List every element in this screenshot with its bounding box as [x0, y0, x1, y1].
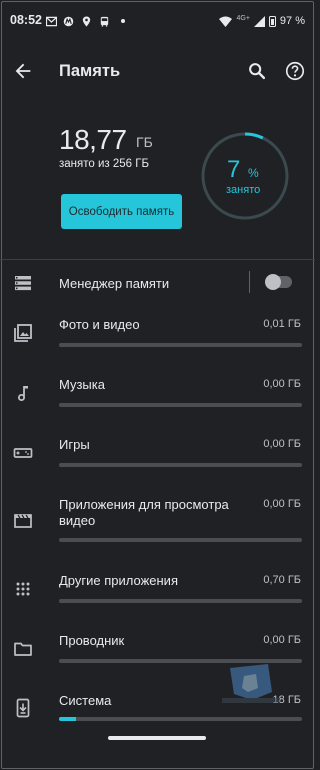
gesture-nav-handle[interactable] — [108, 736, 206, 740]
help-icon[interactable] — [284, 60, 306, 82]
folder-icon — [14, 642, 32, 656]
category-label: Приложения для просмотра видео — [59, 497, 229, 528]
category-usage-bar — [59, 463, 302, 467]
category-size: 0,00 ГБ — [263, 498, 301, 510]
status-time: 08:52 — [10, 13, 42, 27]
divider — [0, 259, 315, 260]
category-usage-bar — [59, 599, 302, 603]
category-size: 0,00 ГБ — [263, 438, 301, 450]
notification-dot-icon — [121, 19, 125, 23]
usage-ring — [201, 132, 289, 220]
usage-percent-label: занято — [226, 184, 261, 196]
category-row-photos[interactable]: Фото и видео 0,01 ГБ — [0, 313, 315, 353]
music-icon — [18, 386, 28, 401]
category-label: Фото и видео — [59, 317, 140, 332]
category-row-music[interactable]: Музыка 0,00 ГБ — [0, 373, 315, 413]
used-storage-value: 18,77 — [59, 124, 127, 155]
category-row-video-apps[interactable]: Приложения для просмотра видео 0,00 ГБ — [0, 494, 315, 544]
signal-icon — [253, 15, 265, 27]
usage-percent: 7 — [227, 156, 241, 183]
system-update-icon — [16, 698, 30, 718]
category-label: Проводник — [59, 633, 125, 648]
free-up-space-button[interactable]: Освободить память — [61, 194, 182, 229]
category-row-other-apps[interactable]: Другие приложения 0,70 ГБ — [0, 569, 315, 609]
location-icon — [82, 16, 91, 27]
category-usage-bar — [59, 403, 302, 407]
status-right: 4G+ 97 % — [219, 15, 305, 27]
used-storage-unit: ГБ — [136, 134, 153, 150]
toggle-divider — [249, 271, 250, 293]
photo-icon — [14, 324, 32, 342]
motorola-icon — [63, 16, 74, 27]
toggle-knob — [265, 274, 281, 290]
category-size: 0,70 ГБ — [263, 574, 301, 586]
app-bar: Память — [0, 52, 315, 92]
category-label: Игры — [59, 437, 90, 452]
category-size: 0,00 ГБ — [263, 634, 301, 646]
storage-list-icon — [15, 276, 31, 291]
category-label: Музыка — [59, 377, 105, 392]
battery-level: 97 % — [279, 15, 305, 27]
battery-icon — [268, 15, 276, 27]
status-bar: 08:52 4G+ 97 % — [0, 0, 315, 34]
category-label: Система — [59, 693, 112, 708]
apps-grid-icon — [16, 582, 30, 596]
gamepad-icon — [13, 448, 33, 458]
storage-manager-toggle[interactable] — [265, 274, 292, 290]
page-title: Память — [59, 62, 121, 80]
search-icon[interactable] — [246, 60, 268, 82]
back-arrow-icon[interactable] — [12, 60, 34, 82]
category-size: 0,01 ГБ — [263, 318, 301, 330]
usage-percent-sign: % — [248, 166, 259, 180]
movie-icon — [14, 514, 32, 528]
gmail-icon — [46, 16, 57, 27]
category-usage-bar — [59, 717, 302, 721]
category-usage-fill — [59, 717, 76, 721]
category-size: 0,00 ГБ — [263, 378, 301, 390]
storage-manager-label: Менеджер памяти — [59, 276, 170, 291]
category-label: Другие приложения — [59, 573, 178, 588]
watermark-logo-icon — [222, 664, 280, 703]
category-row-games[interactable]: Игры 0,00 ГБ — [0, 433, 315, 473]
network-type: 4G+ — [236, 14, 250, 22]
used-of-total: занято из 256 ГБ — [59, 158, 150, 170]
bus-icon — [100, 16, 109, 27]
wifi-icon — [219, 16, 233, 27]
category-usage-bar — [59, 343, 302, 347]
category-usage-bar — [59, 538, 302, 542]
